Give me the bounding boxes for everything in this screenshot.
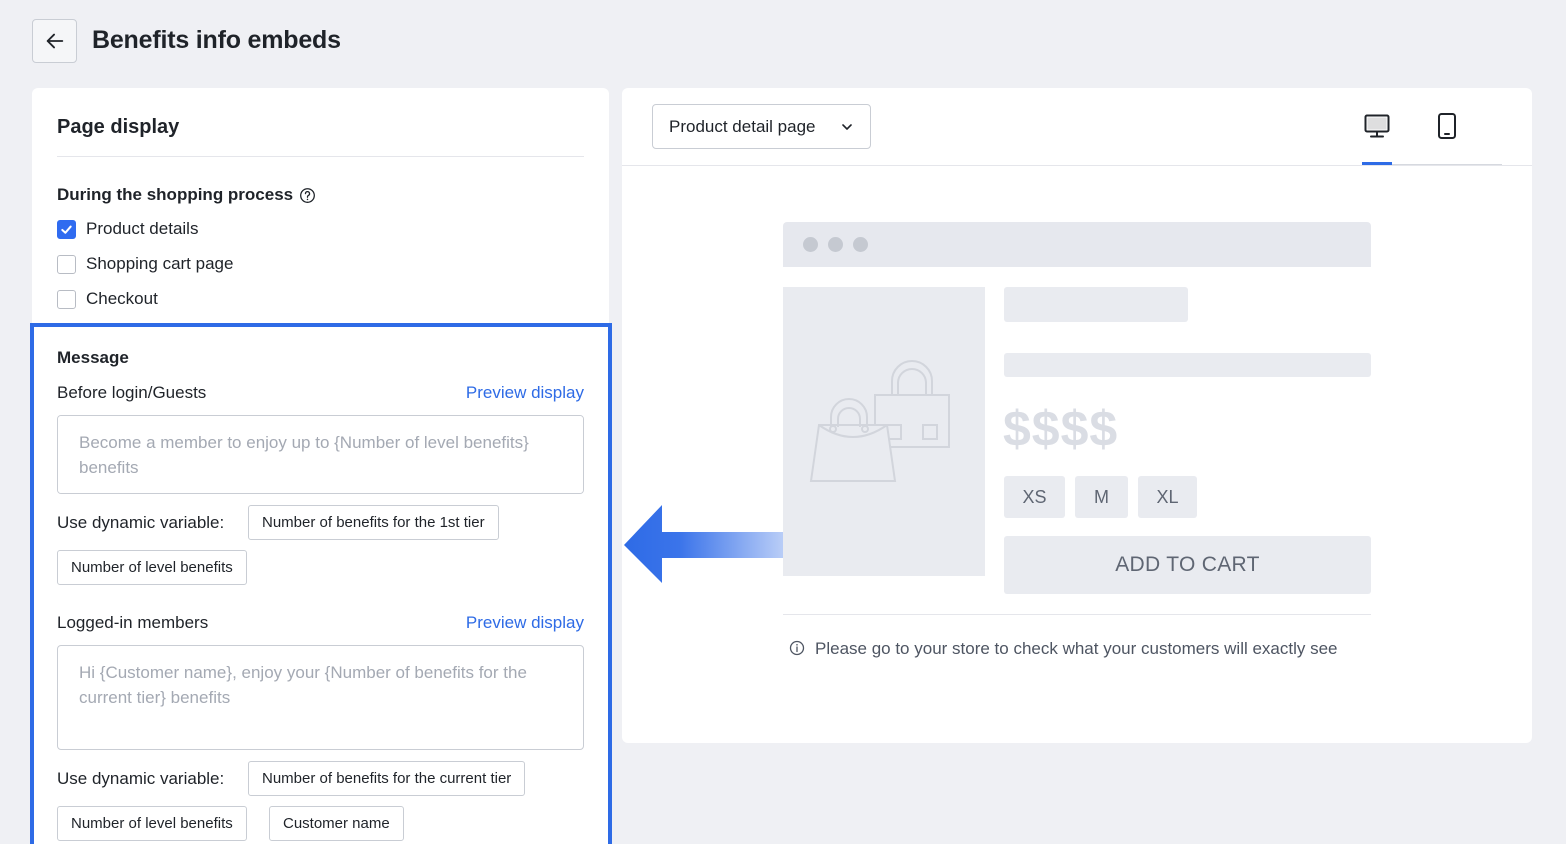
arrow-left-icon [46,33,63,49]
section-title: Page display [57,116,180,138]
desktop-tab[interactable] [1361,110,1393,142]
divider [622,165,1532,166]
size-option: M [1075,476,1128,518]
option-shopping-cart[interactable]: Shopping cart page [57,254,233,274]
chevron-down-icon [842,123,852,130]
variable-tag[interactable]: Number of level benefits [57,806,247,841]
page-title: Benefits info embeds [92,26,341,54]
variable-tag[interactable]: Customer name [269,806,404,841]
option-checkout[interactable]: Checkout [57,289,158,309]
info-icon [789,640,805,656]
check-icon [61,225,72,234]
active-tab-indicator [1362,162,1392,165]
store-note-text: Please go to your store to check what yo… [815,639,1338,658]
size-option: XL [1138,476,1197,518]
divider [57,156,584,157]
guests-message-input[interactable] [57,415,584,494]
price-placeholder: $$$$ [1003,401,1119,457]
members-dynamic-label: Use dynamic variable: [57,769,225,788]
divider [783,614,1371,615]
option-label: Product details [86,219,199,238]
variable-tag[interactable]: Number of benefits for the current tier [248,761,526,796]
window-dot [828,237,843,252]
subtitle-skeleton [1004,353,1371,377]
variable-tag[interactable]: Number of benefits for the 1st tier [248,505,499,540]
option-label: Shopping cart page [86,254,234,273]
option-product-details[interactable]: Product details [57,219,198,239]
mobile-icon [1438,113,1456,139]
title-skeleton [1004,287,1188,322]
window-dot [853,237,868,252]
checkbox-checked[interactable] [57,219,76,239]
page-select-value: Product detail page [669,116,816,136]
shopping-process-label: During the shopping process [57,185,316,205]
mock-browser-bar [783,222,1371,267]
store-note: Please go to your store to check what yo… [789,636,1369,661]
message-section-highlight: Message Before login/Guests Preview disp… [30,323,612,844]
mobile-tab[interactable] [1431,110,1463,142]
members-message-input[interactable] [57,645,584,750]
option-label: Checkout [86,289,158,308]
page-type-select[interactable]: Product detail page [652,104,871,149]
arrow-left-pointer-icon [624,505,783,583]
guests-label: Before login/Guests [57,383,207,402]
checkbox-unchecked[interactable] [57,289,76,309]
help-icon[interactable] [299,187,316,204]
desktop-icon [1364,114,1390,138]
guests-dynamic-label: Use dynamic variable: [57,513,225,532]
members-preview-link[interactable]: Preview display [466,613,584,633]
add-to-cart-placeholder: ADD TO CART [1004,536,1371,594]
size-option: XS [1004,476,1065,518]
variable-tag[interactable]: Number of level benefits [57,550,247,585]
shopping-bag-icon [809,360,950,482]
back-button[interactable] [32,19,77,63]
window-dot [803,237,818,252]
checkbox-unchecked[interactable] [57,254,76,274]
preview-panel: Product detail page $$$$ XS M XL ADD TO … [622,88,1532,743]
message-title: Message [57,348,129,367]
members-label: Logged-in members [57,613,209,632]
guests-preview-link[interactable]: Preview display [466,383,584,403]
product-image-placeholder [783,287,985,576]
